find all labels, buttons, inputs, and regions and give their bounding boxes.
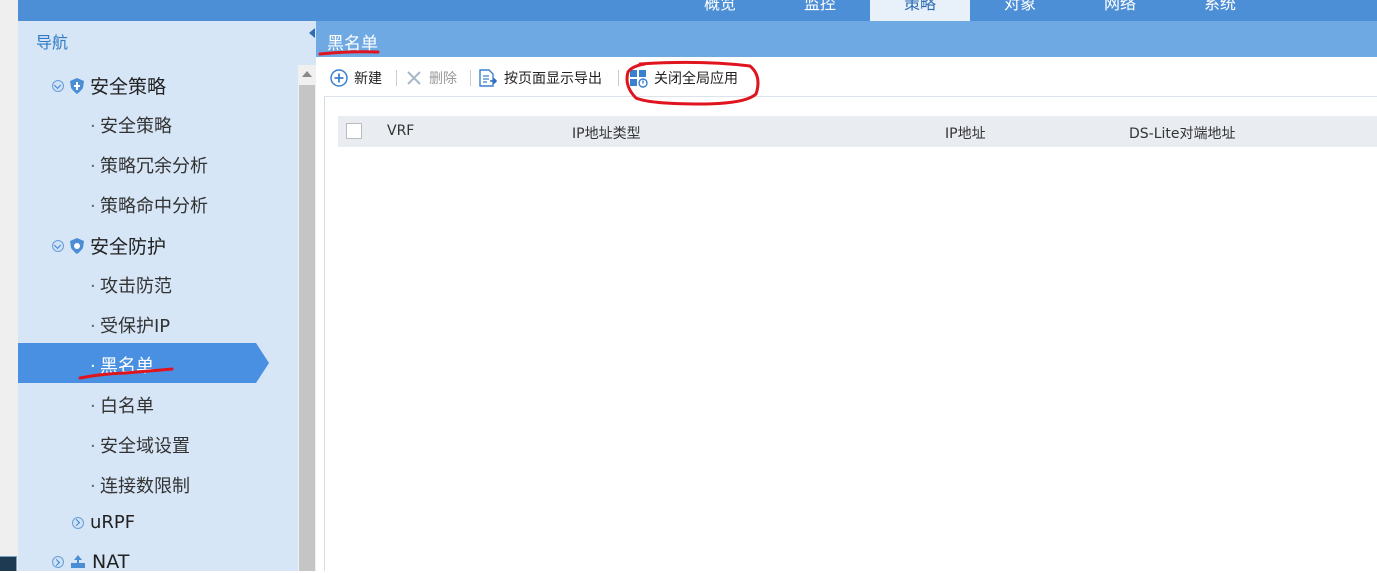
sidebar-item-redundancy-analysis[interactable]: · 策略冗余分析	[90, 152, 208, 178]
scroll-up-icon[interactable]	[302, 71, 312, 77]
toolbar-divider	[470, 70, 471, 86]
sidebar-item-security-policy[interactable]: · 安全策略	[90, 112, 172, 138]
nat-icon	[71, 555, 85, 568]
chevron-right-icon	[72, 516, 84, 529]
sidebar-group-label: 安全防护	[90, 236, 167, 258]
add-circle-icon	[330, 69, 348, 87]
sidebar-item-connection-limit[interactable]: · 连接数限制	[90, 472, 190, 498]
select-all-checkbox[interactable]	[346, 123, 362, 139]
sidebar-item-zone-settings[interactable]: · 安全域设置	[90, 432, 190, 458]
sidebar-item-blacklist[interactable]: · 黑名单	[90, 352, 154, 378]
close-global-apply-button[interactable]: 关闭全局应用	[629, 68, 738, 88]
sidebar-item-label: 安全域设置	[100, 436, 190, 457]
top-nav-tabs: 概览 监控 策略 对象 网络 系统	[670, 0, 1270, 21]
toolbar-divider	[618, 70, 619, 86]
close-global-apply-label: 关闭全局应用	[654, 71, 738, 87]
table-header: VRF IP地址类型 IP地址 DS-Lite对端地址	[338, 116, 1377, 147]
export-icon	[479, 69, 498, 87]
collapse-sidebar-icon[interactable]	[309, 28, 315, 38]
sidebar-title: 导航	[36, 33, 69, 52]
sidebar-item-label: 黑名单	[100, 356, 154, 377]
tab-policy[interactable]: 策略	[870, 0, 970, 21]
toolbar-divider	[396, 70, 397, 86]
tab-network[interactable]: 网络	[1070, 0, 1170, 21]
close-icon	[407, 71, 421, 85]
sidebar-item-hit-analysis[interactable]: · 策略命中分析	[90, 192, 208, 218]
sidebar-item-label: 受保护IP	[100, 316, 171, 337]
new-button[interactable]: 新建	[330, 68, 382, 88]
sidebar-item-attack-defense[interactable]: · 攻击防范	[90, 272, 172, 298]
sidebar-item-label: 攻击防范	[100, 276, 172, 297]
taskbar-corner	[0, 556, 17, 571]
shield-icon	[70, 237, 84, 254]
breadcrumb-bar	[316, 21, 1377, 57]
tab-system[interactable]: 系统	[1170, 0, 1270, 21]
chevron-down-icon	[52, 239, 64, 252]
column-header-dslite-peer[interactable]: DS-Lite对端地址	[1129, 123, 1236, 143]
sidebar-item-protected-ip[interactable]: · 受保护IP	[90, 312, 170, 338]
export-button[interactable]: 按页面显示导出	[478, 68, 602, 88]
left-edge-strip	[0, 0, 18, 571]
sidebar-group-label: 安全策略	[90, 76, 167, 98]
sidebar-item-label: 连接数限制	[100, 476, 190, 497]
sidebar-group-security-policy[interactable]: 安全策略	[52, 72, 166, 99]
tab-overview[interactable]: 概览	[670, 0, 770, 21]
new-button-label: 新建	[354, 71, 382, 87]
grid-apps-icon	[630, 69, 648, 88]
column-header-ip-address[interactable]: IP地址	[945, 123, 986, 143]
chevron-down-icon	[52, 79, 64, 92]
sidebar-group-label: uRPF	[90, 512, 136, 533]
sidebar-item-whitelist[interactable]: · 白名单	[90, 392, 154, 418]
shield-icon	[70, 77, 84, 94]
sidebar-group-nat[interactable]: NAT	[52, 551, 129, 573]
column-header-ip-type[interactable]: IP地址类型	[572, 123, 641, 143]
sidebar-group-urpf[interactable]: uRPF	[72, 512, 135, 533]
export-button-label: 按页面显示导出	[504, 71, 602, 87]
scrollbar-thumb[interactable]	[299, 85, 315, 571]
delete-button[interactable]: 删除	[405, 68, 457, 88]
sidebar-group-security-protection[interactable]: 安全防护	[52, 232, 166, 259]
tab-object[interactable]: 对象	[970, 0, 1070, 21]
sidebar-item-label: 策略冗余分析	[100, 156, 208, 177]
sidebar-scrollbar[interactable]	[298, 65, 316, 571]
chevron-right-icon	[52, 556, 64, 568]
tab-monitor[interactable]: 监控	[770, 0, 870, 21]
delete-button-label: 删除	[429, 71, 457, 87]
sidebar-item-label: 安全策略	[100, 116, 172, 137]
sidebar-item-label: 策略命中分析	[100, 196, 208, 217]
sidebar-group-label: NAT	[92, 551, 130, 573]
column-header-vrf[interactable]: VRF	[387, 123, 414, 139]
sidebar-item-label: 白名单	[100, 396, 154, 417]
page-title: 黑名单	[327, 34, 378, 54]
